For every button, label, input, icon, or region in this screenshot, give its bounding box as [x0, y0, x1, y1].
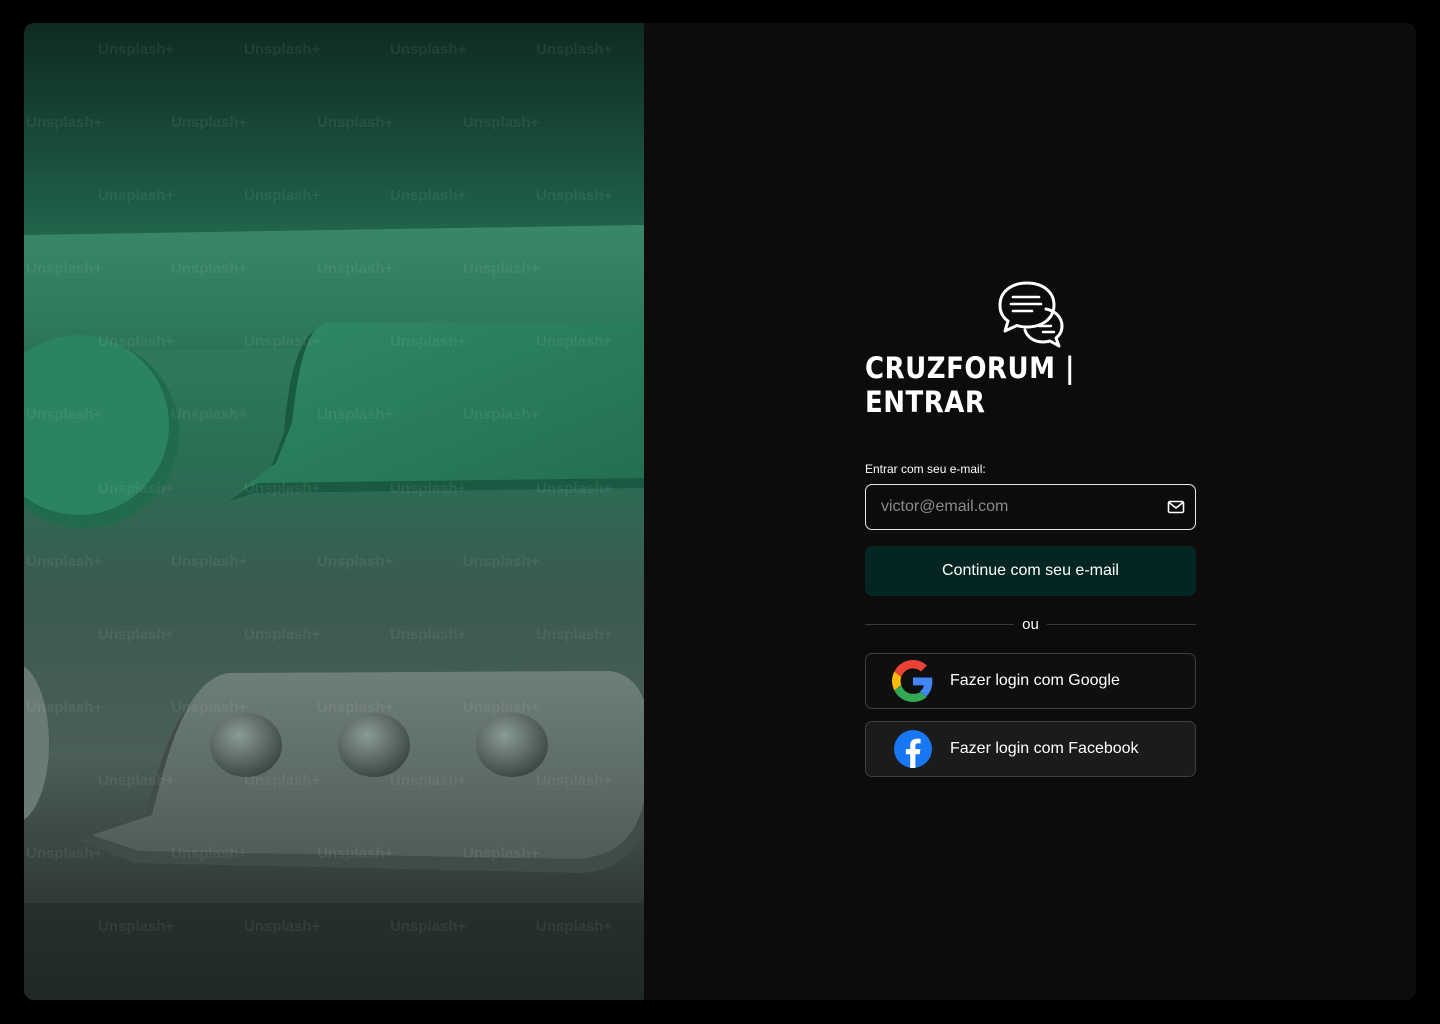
watermark: Unsplash+	[536, 333, 613, 350]
login-panel: CRUZFORUM | ENTRAR Entrar com seu e-mail…	[865, 280, 1196, 777]
watermark: Unsplash+	[171, 406, 248, 423]
hero-image: Unsplash+ Unsplash+ Unsplash+ Unsplash+ …	[24, 23, 644, 1000]
app-frame: Unsplash+ Unsplash+ Unsplash+ Unsplash+ …	[24, 23, 1416, 1000]
watermark: Unsplash+	[98, 41, 175, 58]
watermark: Unsplash+	[244, 772, 321, 789]
watermark: Unsplash+	[390, 480, 467, 497]
watermark: Unsplash+	[536, 41, 613, 58]
watermark: Unsplash+	[244, 41, 321, 58]
watermark: Unsplash+	[536, 772, 613, 789]
watermark: Unsplash+	[244, 626, 321, 643]
watermark: Unsplash+	[26, 406, 103, 423]
watermark: Unsplash+	[98, 333, 175, 350]
watermark: Unsplash+	[171, 553, 248, 570]
watermark: Unsplash+	[390, 626, 467, 643]
watermark: Unsplash+	[463, 406, 540, 423]
email-input[interactable]	[866, 487, 1156, 527]
facebook-login-button[interactable]: Fazer login com Facebook	[865, 721, 1196, 777]
facebook-login-label: Fazer login com Facebook	[950, 740, 1139, 757]
watermark: Unsplash+	[317, 406, 394, 423]
chat-bubbles-icon	[998, 281, 1063, 348]
watermark: Unsplash+	[26, 699, 103, 716]
brand-header: CRUZFORUM | ENTRAR	[865, 280, 1196, 420]
watermark: Unsplash+	[536, 187, 613, 204]
watermark: Unsplash+	[98, 918, 175, 935]
or-divider: ou	[865, 616, 1196, 633]
google-login-button[interactable]: Fazer login com Google	[865, 653, 1196, 709]
watermark: Unsplash+	[463, 699, 540, 716]
watermark: Unsplash+	[26, 114, 103, 131]
watermark: Unsplash+	[171, 114, 248, 131]
watermark: Unsplash+	[98, 187, 175, 204]
watermark: Unsplash+	[244, 333, 321, 350]
watermark: Unsplash+	[536, 626, 613, 643]
google-icon	[892, 660, 934, 702]
divider-line	[1046, 624, 1196, 625]
watermark: Unsplash+	[26, 260, 103, 277]
watermark: Unsplash+	[463, 260, 540, 277]
watermark: Unsplash+	[390, 772, 467, 789]
watermark: Unsplash+	[98, 480, 175, 497]
watermark: Unsplash+	[171, 845, 248, 862]
watermark: Unsplash+	[98, 626, 175, 643]
watermark: Unsplash+	[244, 918, 321, 935]
watermark: Unsplash+	[536, 918, 613, 935]
mail-icon	[1167, 500, 1185, 514]
facebook-icon	[892, 728, 934, 770]
watermark: Unsplash+	[390, 918, 467, 935]
email-field-wrapper	[865, 484, 1196, 530]
watermark: Unsplash+	[244, 187, 321, 204]
divider-line	[865, 624, 1015, 625]
watermark: Unsplash+	[463, 553, 540, 570]
watermark: Unsplash+	[26, 845, 103, 862]
watermark: Unsplash+	[26, 553, 103, 570]
watermark: Unsplash+	[317, 114, 394, 131]
watermark: Unsplash+	[244, 480, 321, 497]
email-label: Entrar com seu e-mail:	[865, 462, 986, 476]
watermark: Unsplash+	[463, 114, 540, 131]
watermark: Unsplash+	[463, 845, 540, 862]
continue-email-button[interactable]: Continue com seu e-mail	[865, 546, 1196, 596]
watermark: Unsplash+	[317, 260, 394, 277]
watermark: Unsplash+	[171, 699, 248, 716]
divider-label: ou	[1022, 616, 1039, 633]
watermark: Unsplash+	[317, 699, 394, 716]
watermark: Unsplash+	[390, 41, 467, 58]
watermark: Unsplash+	[390, 333, 467, 350]
watermark: Unsplash+	[98, 772, 175, 789]
page-title: CRUZFORUM | ENTRAR	[865, 352, 1075, 420]
watermark: Unsplash+	[390, 187, 467, 204]
google-login-label: Fazer login com Google	[950, 672, 1120, 689]
watermark: Unsplash+	[317, 553, 394, 570]
watermark: Unsplash+	[317, 845, 394, 862]
watermark: Unsplash+	[171, 260, 248, 277]
watermark: Unsplash+	[536, 480, 613, 497]
